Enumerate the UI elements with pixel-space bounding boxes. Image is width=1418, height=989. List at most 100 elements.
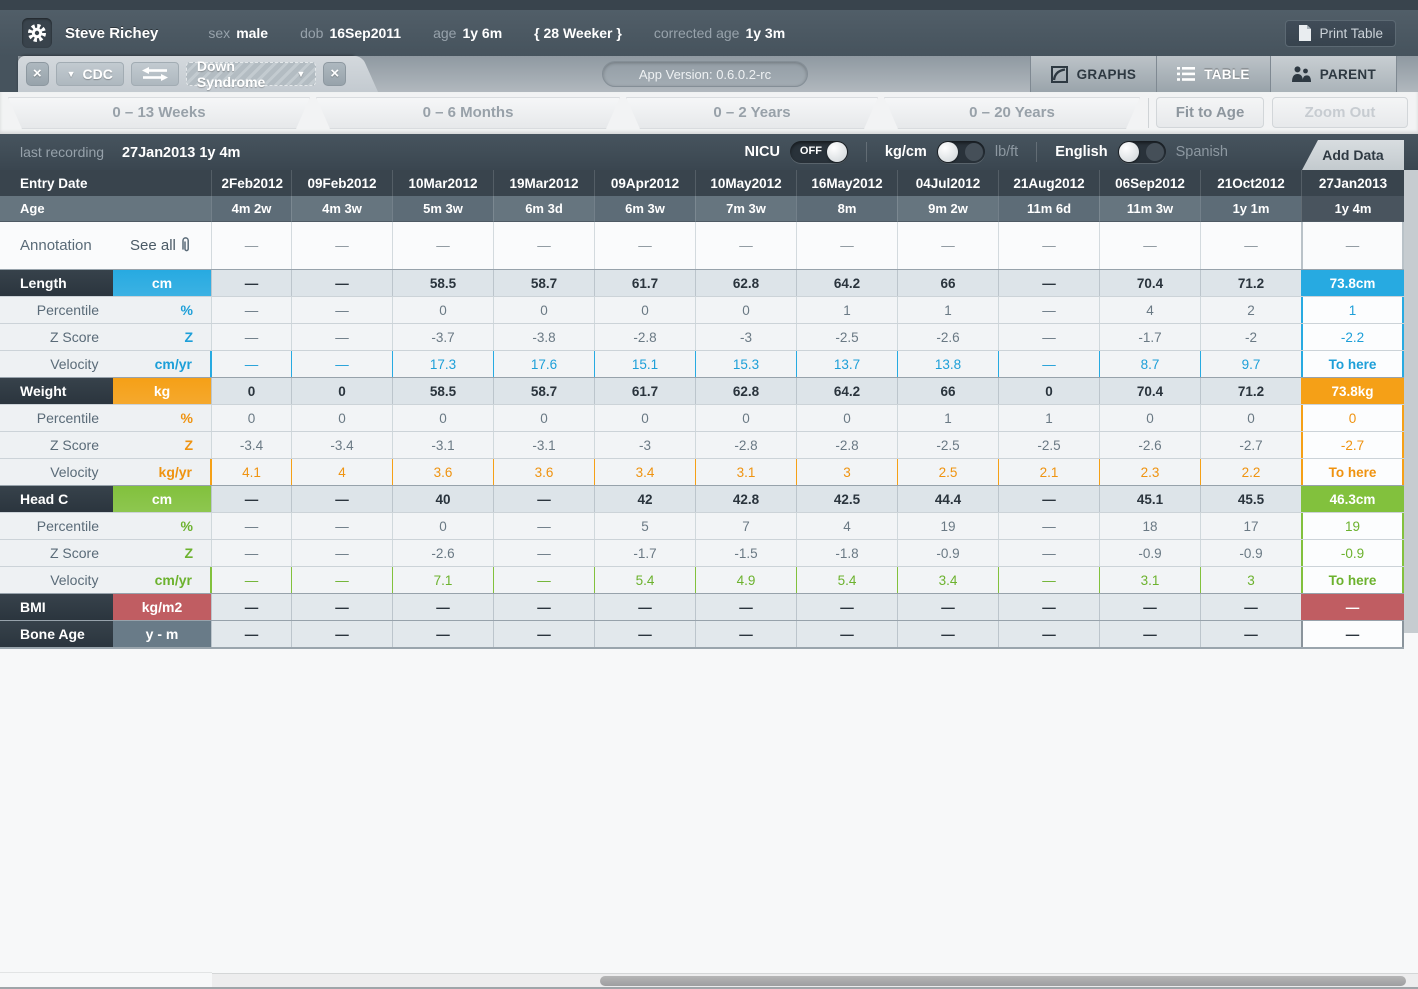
settings-button[interactable] xyxy=(22,18,52,48)
length-velocity-cell: 15.3 xyxy=(695,351,796,377)
window-top-edge xyxy=(0,0,1418,10)
bmi-cell: — xyxy=(291,594,392,620)
bone-age-cell: — xyxy=(897,621,998,647)
length-zscore-cell: -2.2 xyxy=(1301,324,1404,350)
weight-zscore-row: Z ScoreZ-3.4-3.4-3.1-3.1-3-2.8-2.8-2.5-2… xyxy=(0,431,1404,458)
length-percentile-cell: 0 xyxy=(695,297,796,323)
parent-view-button[interactable]: PARENT xyxy=(1270,56,1397,92)
length-value-cell: 70.4 xyxy=(1099,270,1200,296)
weight-zscore-cell: -3.4 xyxy=(211,432,291,458)
headc-row: Head Ccm——40—4242.842.544.4—45.145.546.3… xyxy=(0,485,1404,512)
bmi-row: BMIkg/m2———————————— xyxy=(0,593,1404,620)
age-header-cell: 9m 2w xyxy=(897,196,998,222)
headc-value-cell: — xyxy=(291,486,392,512)
language-control: English Spanish xyxy=(1055,141,1228,163)
sex-field: sexmale xyxy=(208,25,268,41)
percentile-unit: % xyxy=(113,410,211,426)
age-header-cell: 1y 1m xyxy=(1200,196,1301,222)
headc-velocity-cell: 3 xyxy=(1200,567,1301,593)
weight-value-cell: 73.8kg xyxy=(1301,378,1404,404)
bone-age-row: Bone Agey - m———————————— xyxy=(0,620,1404,649)
length-zscore-cell: -3.7 xyxy=(392,324,493,350)
range-0-2-years[interactable]: 0 – 2 Years xyxy=(626,97,878,129)
close-tab-button[interactable]: × xyxy=(26,62,49,86)
headc-value-cell: 42.8 xyxy=(695,486,796,512)
horizontal-scrollbar[interactable] xyxy=(212,973,1418,987)
headc-percentile-cell: — xyxy=(998,513,1099,539)
close-overlay-button[interactable]: × xyxy=(323,62,346,86)
gear-icon xyxy=(27,23,47,43)
length-zscore-cell: -2 xyxy=(1200,324,1301,350)
length-value-cell: 66 xyxy=(897,270,998,296)
bone-age-unit: y - m xyxy=(113,621,211,647)
headc-velocity-cell: — xyxy=(998,567,1099,593)
overlay-condition-dropdown[interactable]: Down Syndrome ▼ xyxy=(186,62,317,86)
age-header-cell: 6m 3w xyxy=(594,196,695,222)
headc-velocity-cell: 3.4 xyxy=(897,567,998,593)
length-velocity-cell: — xyxy=(291,351,392,377)
weight-percentile-label-cell: Percentile% xyxy=(0,405,211,431)
chevron-down-icon: ▼ xyxy=(296,69,305,79)
chart-source-dropdown[interactable]: ▼ CDC xyxy=(56,62,124,86)
zscore-label: Z Score xyxy=(0,545,113,561)
length-zscore-cell: -2.6 xyxy=(897,324,998,350)
length-value-cell: 64.2 xyxy=(796,270,897,296)
velocity-label: Velocity xyxy=(0,464,112,480)
swap-charts-button[interactable] xyxy=(131,62,179,86)
length-velocity-cell: 17.6 xyxy=(493,351,594,377)
bone-age-cell: — xyxy=(1099,621,1200,647)
range-0-20-years[interactable]: 0 – 20 Years xyxy=(884,97,1140,129)
headc-zscore-cell: — xyxy=(291,540,392,566)
length-percentile-cell: 1 xyxy=(796,297,897,323)
table-list-icon xyxy=(1177,67,1195,81)
units-toggle[interactable] xyxy=(937,141,985,163)
percentile-unit: % xyxy=(113,302,211,318)
fit-to-age-button[interactable]: Fit to Age xyxy=(1156,97,1264,128)
see-all-link[interactable]: See all xyxy=(130,237,192,254)
bmi-cell: — xyxy=(1099,594,1200,620)
entry-date-header-cell: 19Mar2012 xyxy=(493,170,594,196)
weight-velocity-cell: 4.1 xyxy=(211,459,291,485)
range-0-6-months[interactable]: 0 – 6 Months xyxy=(316,97,620,129)
percentile-unit: % xyxy=(113,518,211,534)
annotation-cell: — xyxy=(796,222,897,269)
horizontal-scrollbar-thumb[interactable] xyxy=(600,976,1406,986)
graphs-view-button[interactable]: GRAPHS xyxy=(1030,56,1157,92)
headc-zscore-label-cell: Z ScoreZ xyxy=(0,540,211,566)
patient-header: Steve Richey sexmale dob16Sep2011 age1y … xyxy=(0,10,1418,56)
length-percentile-cell: — xyxy=(998,297,1099,323)
bone-age-cell: — xyxy=(392,621,493,647)
zscore-label: Z Score xyxy=(0,437,113,453)
length-value-cell: 58.5 xyxy=(392,270,493,296)
print-table-button[interactable]: Print Table xyxy=(1285,20,1396,47)
chart-tab[interactable]: × ▼ CDC Down Syndrome ▼ × xyxy=(18,56,354,92)
weight-zscore-cell: -2.8 xyxy=(796,432,897,458)
annotation-label: Annotation xyxy=(20,237,116,254)
length-zscore-cell: -3.8 xyxy=(493,324,594,350)
headc-value-cell: 42 xyxy=(594,486,695,512)
headc-velocity-cell: To here xyxy=(1301,567,1404,593)
length-percentile-cell: — xyxy=(211,297,291,323)
bone-age-cell: — xyxy=(291,621,392,647)
zoom-out-button[interactable]: Zoom Out xyxy=(1272,97,1408,128)
nicu-state: OFF xyxy=(800,145,822,157)
headc-zscore-cell: -0.9 xyxy=(1301,540,1404,566)
weight-velocity-cell: 3.1 xyxy=(695,459,796,485)
age-header-cell: 7m 3w xyxy=(695,196,796,222)
annotation-cell: — xyxy=(392,222,493,269)
language-toggle[interactable] xyxy=(1118,141,1166,163)
bone-age-label: Bone Age xyxy=(0,621,113,647)
weight-velocity-cell: 4 xyxy=(291,459,392,485)
headc-value-cell: — xyxy=(493,486,594,512)
headc-value-cell: 42.5 xyxy=(796,486,897,512)
range-0-13-weeks[interactable]: 0 – 13 Weeks xyxy=(8,97,310,129)
add-data-button[interactable]: Add Data xyxy=(1302,140,1404,170)
length-percentile-cell: — xyxy=(291,297,392,323)
headc-value-cell: 45.1 xyxy=(1099,486,1200,512)
nicu-toggle[interactable]: OFF xyxy=(790,141,848,163)
bone-age-cell: — xyxy=(998,621,1099,647)
table-view-button[interactable]: TABLE xyxy=(1156,56,1270,92)
weeker-badge: { 28 Weeker } xyxy=(534,25,622,41)
bmi-cell: — xyxy=(1200,594,1301,620)
length-percentile-cell: 2 xyxy=(1200,297,1301,323)
